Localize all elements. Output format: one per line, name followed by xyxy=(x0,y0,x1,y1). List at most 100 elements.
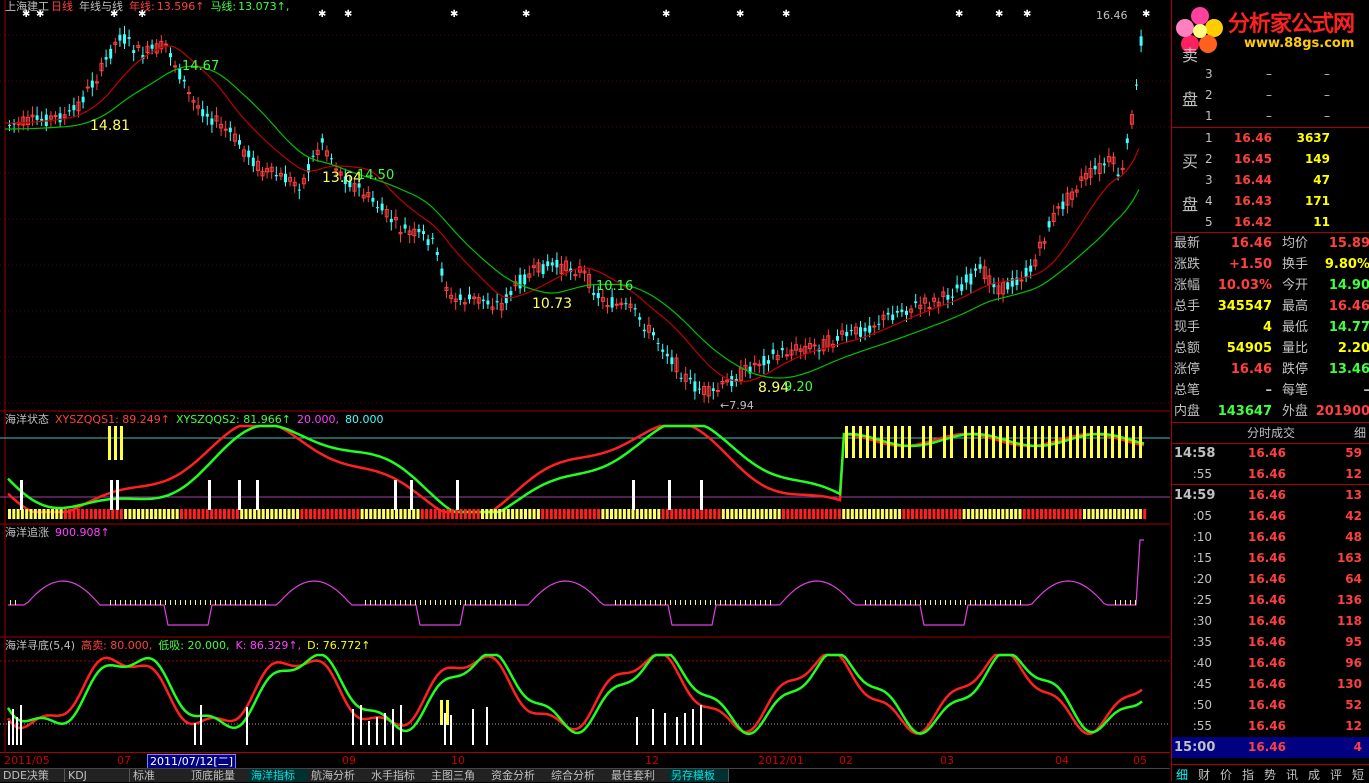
buy-level-2[interactable]: 2 16.45 149 xyxy=(1172,149,1369,170)
state-bar xyxy=(786,509,790,519)
tick-row[interactable]: :10 16.46 48 xyxy=(1172,527,1369,548)
sell-level-3[interactable]: 3– – xyxy=(1172,64,1369,85)
state-bar xyxy=(158,509,162,519)
side-tab-review[interactable]: 评 xyxy=(1330,766,1342,783)
side-tab-price[interactable]: 价 xyxy=(1220,766,1232,783)
ticks-header: 分时成交细 xyxy=(1172,422,1369,444)
chase-tick xyxy=(230,600,231,605)
chase-tick xyxy=(865,600,866,605)
tab-save-template[interactable]: 另存模板 xyxy=(668,769,729,782)
candle-body xyxy=(53,115,58,118)
ticks-detail-toggle[interactable]: 细 xyxy=(1354,423,1366,443)
candle-body xyxy=(468,294,471,300)
tick-row[interactable]: :35 16.46 95 xyxy=(1172,632,1369,653)
panel1-title: 海洋状态 XYSZQQS1: 89.249↑ XYSZQQS2: 81.966↑ 20… xyxy=(5,413,389,426)
tab-ocean-indicator[interactable]: 海洋指标 xyxy=(248,769,309,782)
state-bar xyxy=(197,509,201,519)
state-bar xyxy=(98,509,102,519)
tab-sailor-indicator[interactable]: 水手指标 xyxy=(368,769,429,782)
tick-row[interactable]: :20 16.46 64 xyxy=(1172,569,1369,590)
candle-body xyxy=(670,357,674,365)
state-bar xyxy=(283,509,287,519)
tick-row[interactable]: :05 16.46 42 xyxy=(1172,506,1369,527)
tab-dde[interactable]: DDE决策 xyxy=(0,769,65,782)
state-bar xyxy=(919,509,923,519)
tab-fund-analysis[interactable]: 资金分析 xyxy=(488,769,549,782)
stat-row: 总额 54905 量比 2.20 xyxy=(1172,338,1369,359)
chase-tick xyxy=(195,600,196,605)
tick-row[interactable]: :25 16.46 136 xyxy=(1172,590,1369,611)
chase-tick xyxy=(515,600,516,605)
tab-kdj[interactable]: KDJ xyxy=(65,769,130,782)
state-bar xyxy=(373,509,377,519)
chart-area[interactable]: ✱ ✱ ✱ ✱ ✱ ✱ ✱ ✱ ✱ ✱ ✱ ✱ ✱ ✱ ✱ xyxy=(0,0,1170,768)
buy-level-4[interactable]: 4 16.43 171 xyxy=(1172,191,1369,212)
signal-bar xyxy=(1083,426,1086,458)
chase-tick xyxy=(365,600,366,605)
side-tab-trend[interactable]: 势 xyxy=(1264,766,1276,783)
tick-row[interactable]: 14:59 16.46 13 xyxy=(1172,485,1369,506)
date-tick: 07 xyxy=(117,754,131,767)
state-bar xyxy=(597,509,601,519)
tab-main-triangle[interactable]: 主图三角 xyxy=(428,769,489,782)
stat-label: 总手 xyxy=(1174,299,1201,314)
state-bar xyxy=(300,509,304,519)
side-tab-detail[interactable]: 细 xyxy=(1176,766,1188,783)
chase-tick xyxy=(245,600,246,605)
side-tab-news[interactable]: 讯 xyxy=(1286,766,1298,783)
buy-level-5[interactable]: 5 16.42 11 xyxy=(1172,212,1369,233)
state-bar xyxy=(403,509,407,519)
side-tab-short[interactable]: 短 xyxy=(1352,766,1364,783)
sell-level-2[interactable]: 2– – xyxy=(1172,85,1369,106)
tick-row[interactable]: :40 16.46 96 xyxy=(1172,653,1369,674)
state-bar xyxy=(1083,509,1086,519)
state-bar xyxy=(493,509,497,519)
state-bar xyxy=(683,509,687,519)
tick-row[interactable]: :50 16.46 52 xyxy=(1172,695,1369,716)
tick-row[interactable]: :30 16.46 118 xyxy=(1172,611,1369,632)
side-tab-index[interactable]: 指 xyxy=(1242,766,1254,783)
chase-tick xyxy=(1130,600,1131,605)
signal-bar xyxy=(1034,426,1037,458)
state-bar xyxy=(205,509,209,519)
side-tab-finance[interactable]: 财 xyxy=(1198,766,1210,783)
tick-row[interactable]: :55 16.46 12 xyxy=(1172,464,1369,485)
chase-line xyxy=(8,539,1144,626)
sell-level-1[interactable]: 1– – xyxy=(1172,106,1369,127)
tick-row[interactable]: :55 16.46 12 xyxy=(1172,716,1369,737)
side-tab-volume[interactable]: 成 xyxy=(1308,766,1320,783)
state-bar xyxy=(511,509,515,519)
tab-comprehensive-analysis[interactable]: 综合分析 xyxy=(548,769,609,782)
signal-bar xyxy=(108,426,111,460)
buy-level-3[interactable]: 3 16.44 47 xyxy=(1172,170,1369,191)
state-bar xyxy=(704,509,708,519)
state-bar xyxy=(911,509,914,519)
chase-tick xyxy=(990,600,991,605)
tick-row[interactable]: 15:00 16.46 4 xyxy=(1172,737,1369,758)
tab-best-arbitrage[interactable]: 最佳套利 xyxy=(608,769,669,782)
state-bar xyxy=(476,509,480,519)
candle-body xyxy=(1116,174,1120,177)
tab-standard[interactable]: 标准 xyxy=(130,769,189,782)
state-bar xyxy=(416,509,420,519)
signal-bar xyxy=(908,426,911,458)
panel2-s1: 900.908↑ xyxy=(55,526,110,539)
tick-row[interactable]: :45 16.46 130 xyxy=(1172,674,1369,695)
signal-bar xyxy=(845,426,848,458)
tab-top-bottom-energy[interactable]: 顶底能量 xyxy=(188,769,249,782)
candle-body xyxy=(509,291,513,296)
state-bar xyxy=(653,509,656,519)
candle-body xyxy=(927,307,932,310)
tick-row[interactable]: 14:58 16.46 59 xyxy=(1172,443,1369,464)
tab-navigation-analysis[interactable]: 航海分析 xyxy=(308,769,369,782)
tick-row[interactable]: :15 16.46 163 xyxy=(1172,548,1369,569)
signal-bar xyxy=(894,426,897,458)
bottom-signal-bar xyxy=(194,723,196,745)
buy-level-1[interactable]: 1 16.46 3637 xyxy=(1172,128,1369,149)
stat-label: 均价 xyxy=(1282,236,1309,251)
state-bar xyxy=(928,509,932,519)
tick-price: 16.46 xyxy=(1248,698,1286,712)
signal-star: ✱ xyxy=(450,9,458,20)
state-bar xyxy=(502,509,506,519)
chase-tick xyxy=(480,600,481,605)
